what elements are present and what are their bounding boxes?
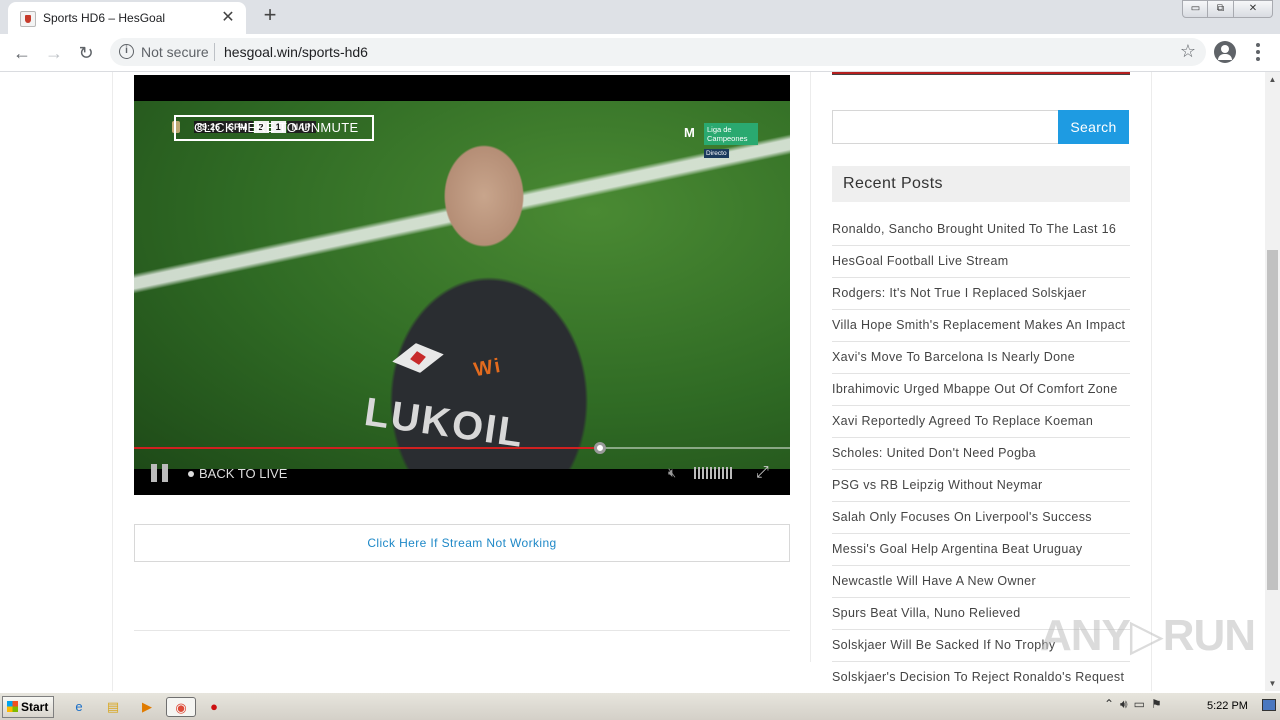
unmute-button[interactable]: CLICK HERE TO UNMUTE — [174, 115, 374, 141]
tab-close-icon[interactable]: ✕ — [218, 8, 238, 28]
seek-bar[interactable] — [134, 442, 790, 454]
search-input[interactable] — [832, 110, 1059, 144]
tab-title: Sports HD6 – HesGoal — [43, 11, 166, 25]
pause-icon[interactable] — [151, 464, 169, 482]
sidebar-banner-edge — [832, 72, 1130, 75]
window-minimize-button[interactable]: ▭ — [1182, 0, 1209, 18]
recent-post-link[interactable]: Ronaldo, Sancho Brought United To The La… — [832, 214, 1130, 246]
scrollbar-thumb[interactable] — [1267, 250, 1278, 590]
back-to-live-button[interactable]: BACK TO LIVE — [199, 466, 287, 481]
page-border-right — [1151, 72, 1152, 691]
bookmark-star-icon[interactable]: ☆ — [1180, 41, 1196, 62]
recent-post-link[interactable]: Newcastle Will Have A New Owner — [832, 566, 1130, 598]
recent-post-link[interactable]: HesGoal Football Live Stream — [832, 246, 1130, 278]
recent-posts-heading: Recent Posts — [832, 166, 1130, 202]
live-indicator-icon — [188, 471, 194, 477]
reload-icon[interactable]: ↻ — [72, 39, 100, 67]
live-tag: Directo — [704, 149, 729, 158]
opera-icon[interactable]: ● — [203, 697, 225, 717]
broadcaster-name: Liga de Campeones — [704, 123, 758, 145]
player-controls: BACK TO LIVE 🔇︎ ⤢ — [134, 455, 790, 495]
recent-post-link[interactable]: Xavi Reportedly Agreed To Replace Koeman — [832, 406, 1130, 438]
system-tray-icons[interactable]: ⌃🔊︎▭⚑ — [1104, 697, 1168, 712]
site-favicon-icon — [20, 11, 36, 27]
recent-post-link[interactable]: Xavi's Move To Barcelona Is Nearly Done — [832, 342, 1130, 374]
recent-post-link[interactable]: Scholes: United Don't Need Pogba — [832, 438, 1130, 470]
address-bar[interactable]: i Not secure hesgoal.win/sports-hd6 ☆ — [110, 38, 1206, 66]
window-close-button[interactable]: ✕ — [1233, 0, 1273, 18]
browser-toolbar: ← → ↻ i Not secure hesgoal.win/sports-hd… — [0, 34, 1280, 72]
recent-post-link[interactable]: PSG vs RB Leipzig Without Neymar — [832, 470, 1130, 502]
scroll-down-arrow-icon[interactable]: ▼ — [1265, 676, 1280, 691]
chrome-menu-icon[interactable] — [1248, 41, 1268, 63]
content-divider — [134, 630, 790, 631]
video-player[interactable]: LUKOIL Wi 89:26 SPM 2 1 NAP CLICK HERE T… — [134, 75, 790, 495]
window-restore-button[interactable]: ⧉ — [1207, 0, 1234, 18]
taskbar-clock: 5:22 PM — [1207, 700, 1248, 712]
chrome-taskbar-icon[interactable]: ◉ — [166, 697, 196, 717]
forward-arrow-icon[interactable]: → — [40, 39, 68, 67]
file-explorer-icon[interactable]: ▤ — [102, 697, 124, 717]
video-frame[interactable]: LUKOIL Wi 89:26 SPM 2 1 NAP CLICK HERE T… — [134, 101, 790, 469]
recent-post-link[interactable]: Salah Only Focuses On Liverpool's Succes… — [832, 502, 1130, 534]
stream-fallback-box: Click Here If Stream Not Working — [134, 524, 790, 562]
seek-bar-played — [134, 447, 600, 449]
windows-taskbar: Start e ▤ ▶ ◉ ● ⌃🔊︎▭⚑ 5:22 PM — [0, 692, 1280, 720]
browser-tab[interactable]: Sports HD6 – HesGoal ✕ — [8, 2, 246, 34]
recent-post-link[interactable]: Messi's Goal Help Argentina Beat Uruguay — [832, 534, 1130, 566]
fullscreen-icon[interactable]: ⤢ — [756, 464, 769, 482]
tab-strip: Sports HD6 – HesGoal ✕ + ▭ ⧉ ✕ — [0, 0, 1280, 34]
show-desktop-icon[interactable] — [1262, 699, 1276, 711]
page-viewport: LUKOIL Wi 89:26 SPM 2 1 NAP CLICK HERE T… — [0, 72, 1265, 691]
internet-explorer-icon[interactable]: e — [68, 697, 90, 717]
stream-not-working-link[interactable]: Click Here If Stream Not Working — [367, 536, 556, 550]
info-icon[interactable]: i — [119, 44, 134, 59]
recent-post-link[interactable]: Villa Hope Smith's Replacement Makes An … — [832, 310, 1130, 342]
media-player-icon[interactable]: ▶ — [136, 697, 158, 717]
profile-avatar-icon[interactable] — [1214, 41, 1236, 63]
url-text[interactable]: hesgoal.win/sports-hd6 — [224, 44, 368, 60]
search-button[interactable]: Search — [1058, 110, 1129, 144]
movistar-logo-icon: M — [684, 125, 695, 140]
seek-handle[interactable] — [593, 442, 606, 454]
omnibox-divider — [214, 43, 215, 61]
volume-muted-icon[interactable]: 🔇︎ — [668, 465, 676, 481]
sidebar-divider — [810, 72, 811, 662]
sleeve-sponsor-text: Wi — [472, 354, 504, 382]
start-button[interactable]: Start — [2, 696, 54, 718]
anyrun-watermark: ANY▷RUN — [1040, 611, 1256, 660]
club-crest-icon — [390, 340, 446, 377]
page-border-left — [112, 72, 113, 691]
recent-post-link[interactable]: Solskjaer's Decision To Reject Ronaldo's… — [832, 662, 1130, 691]
volume-slider[interactable] — [694, 467, 734, 479]
new-tab-button[interactable]: + — [258, 4, 282, 28]
scroll-up-arrow-icon[interactable]: ▲ — [1265, 72, 1280, 87]
security-label[interactable]: Not secure — [141, 44, 209, 60]
recent-post-link[interactable]: Ibrahimovic Urged Mbappe Out Of Comfort … — [832, 374, 1130, 406]
back-arrow-icon[interactable]: ← — [8, 39, 36, 67]
recent-post-link[interactable]: Rodgers: It's Not True I Replaced Solskj… — [832, 278, 1130, 310]
page-scrollbar[interactable]: ▲ ▼ — [1265, 72, 1280, 691]
